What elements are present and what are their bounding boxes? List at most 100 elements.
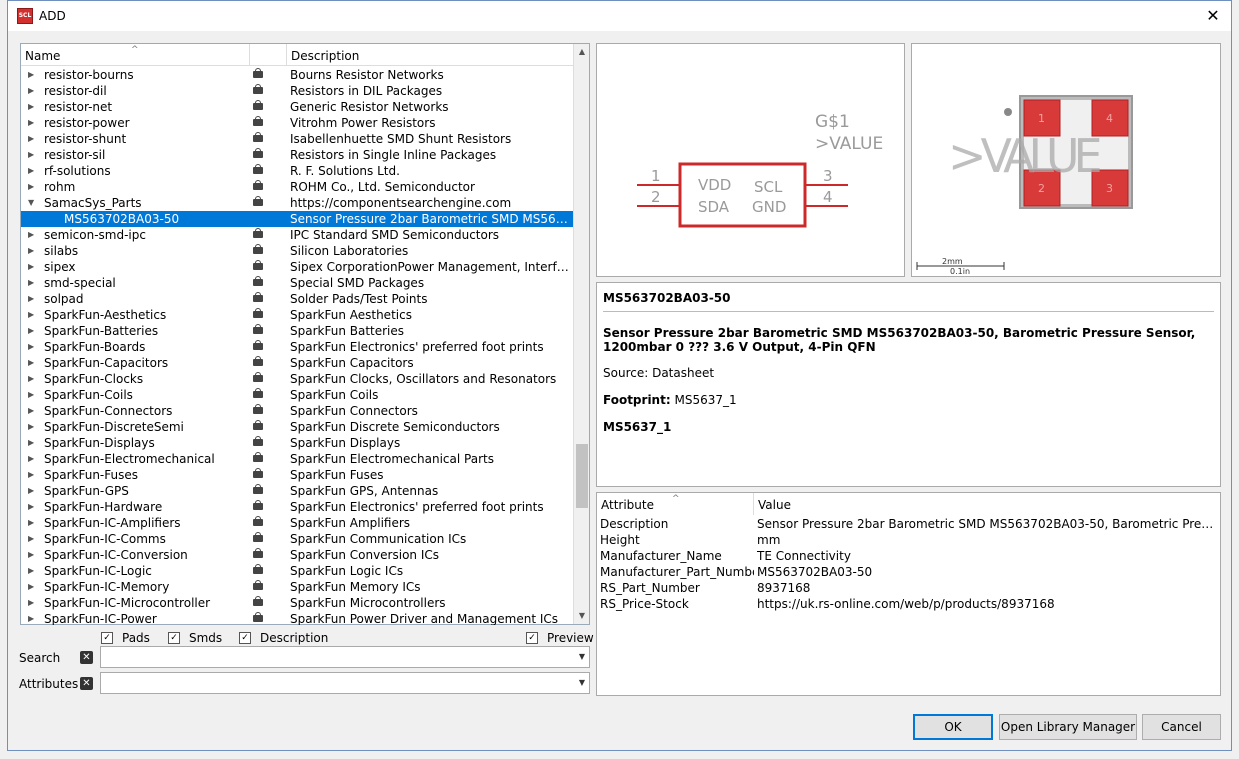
scroll-thumb[interactable] (576, 444, 588, 508)
tree-row[interactable]: ▶ rohm ROHM Co., Ltd. Semiconductor (21, 179, 574, 195)
pads-checkbox-box[interactable]: ✓ (101, 632, 113, 644)
ok-button[interactable]: OK (913, 714, 993, 740)
cancel-button[interactable]: Cancel (1142, 714, 1221, 740)
attribute-table[interactable]: ^ Attribute Value Description Sensor Pres… (596, 492, 1221, 696)
expand-arrow-icon[interactable]: ▶ (28, 115, 38, 131)
attributes-input[interactable]: ▼ (100, 672, 590, 694)
attributes-dropdown-icon[interactable]: ▼ (579, 678, 585, 687)
expand-arrow-icon[interactable]: ▶ (28, 259, 38, 275)
tree-row[interactable]: ▶ resistor-shunt Isabellenhuette SMD Shunt… (21, 131, 574, 147)
tree-row[interactable]: ▶ SparkFun-IC-Comms SparkFun Communication… (21, 531, 574, 547)
search-clear-icon[interactable]: ✕ (80, 651, 93, 664)
expand-arrow-icon[interactable]: ▶ (28, 531, 38, 547)
expand-arrow-icon[interactable]: ▶ (28, 147, 38, 163)
expand-arrow-icon[interactable]: ▶ (28, 307, 38, 323)
smds-checkbox[interactable]: ✓ Smds (168, 631, 222, 645)
expand-arrow-icon[interactable]: ▶ (28, 595, 38, 611)
tree-row[interactable]: ▶ SparkFun-Hardware SparkFun Electronics' … (21, 499, 574, 515)
tree-row[interactable]: ▶ SparkFun-Coils SparkFun Coils (21, 387, 574, 403)
tree-row[interactable]: ▶ resistor-bourns Bourns Resistor Networks (21, 67, 574, 83)
close-icon[interactable]: ✕ (1203, 6, 1223, 26)
tree-row[interactable]: ▶ solpad Solder Pads/Test Points (21, 291, 574, 307)
attribute-row[interactable]: RS_Part_Number 8937168 (597, 580, 1220, 596)
expand-arrow-icon[interactable]: ▶ (28, 323, 38, 339)
expand-arrow-icon[interactable]: ▶ (28, 83, 38, 99)
expand-arrow-icon[interactable]: ▶ (28, 467, 38, 483)
tree-row[interactable]: ▶ silabs Silicon Laboratories (21, 243, 574, 259)
expand-arrow-icon[interactable]: ▶ (28, 99, 38, 115)
tree-row[interactable]: ▶ SparkFun-Electromechanical SparkFun Elec… (21, 451, 574, 467)
expand-arrow-icon[interactable]: ▶ (28, 67, 38, 83)
attributes-clear-icon[interactable]: ✕ (80, 677, 93, 690)
tree-row[interactable]: MS563702BA03-50 Sensor Pressure 2bar Baro… (21, 211, 574, 227)
attribute-row[interactable]: Manufacturer_Part_Number MS563702BA03-50 (597, 564, 1220, 580)
expand-arrow-icon[interactable]: ▶ (28, 435, 38, 451)
library-tree[interactable]: ^ Name Description ▶ resistor-bourns Bourn… (20, 43, 590, 625)
tree-row[interactable]: ▶ resistor-power Vitrohm Power Resistors (21, 115, 574, 131)
tree-row[interactable]: ▶ SparkFun-IC-Amplifiers SparkFun Amplifie… (21, 515, 574, 531)
attribute-row[interactable]: Height mm (597, 532, 1220, 548)
tree-row[interactable]: ▶ semicon-smd-ipc IPC Standard SMD Semicon… (21, 227, 574, 243)
expand-arrow-icon[interactable]: ▶ (28, 227, 38, 243)
preview-checkbox[interactable]: ✓ Preview (526, 631, 594, 645)
tree-row[interactable]: ▶ SparkFun-Connectors SparkFun Connectors (21, 403, 574, 419)
expand-arrow-icon[interactable]: ▶ (28, 339, 38, 355)
expand-arrow-icon[interactable]: ▶ (28, 419, 38, 435)
attribute-row[interactable]: Manufacturer_Name TE Connectivity (597, 548, 1220, 564)
expand-arrow-icon[interactable]: ▶ (28, 547, 38, 563)
tree-row[interactable]: ▶ SparkFun-IC-Microcontroller SparkFun Mic… (21, 595, 574, 611)
tree-row[interactable]: ▶ rf-solutions R. F. Solutions Ltd. (21, 163, 574, 179)
column-header-attribute[interactable]: ^ Attribute (597, 493, 754, 515)
scroll-up-icon[interactable]: ▲ (574, 44, 590, 60)
expand-arrow-icon[interactable]: ▶ (28, 291, 38, 307)
column-header-description[interactable]: Description (287, 44, 574, 66)
description-checkbox-box[interactable]: ✓ (239, 632, 251, 644)
scroll-down-icon[interactable]: ▼ (574, 608, 590, 624)
expand-arrow-icon[interactable]: ▶ (28, 163, 38, 179)
tree-vertical-scrollbar[interactable]: ▲ ▼ (573, 44, 589, 624)
expand-arrow-icon[interactable]: ▶ (28, 387, 38, 403)
expand-arrow-icon[interactable]: ▶ (28, 483, 38, 499)
column-header-lock[interactable] (250, 44, 287, 66)
tree-row[interactable]: ▶ smd-special Special SMD Packages (21, 275, 574, 291)
open-library-manager-button[interactable]: Open Library Manager (999, 714, 1137, 740)
tree-row[interactable]: ▶ SparkFun-Batteries SparkFun Batteries (21, 323, 574, 339)
search-dropdown-icon[interactable]: ▼ (579, 652, 585, 661)
tree-row[interactable]: ▶ SparkFun-Boards SparkFun Electronics' pr… (21, 339, 574, 355)
tree-row[interactable]: ▼ SamacSys_Parts https://componentsearchen… (21, 195, 574, 211)
column-header-name[interactable]: ^ Name (21, 44, 250, 66)
expand-arrow-icon[interactable]: ▶ (28, 611, 38, 625)
tree-row[interactable]: ▶ SparkFun-GPS SparkFun GPS, Antennas (21, 483, 574, 499)
tree-row[interactable]: ▶ SparkFun-IC-Memory SparkFun Memory ICs (21, 579, 574, 595)
column-header-value[interactable]: Value (754, 493, 791, 515)
expand-arrow-icon[interactable]: ▶ (28, 179, 38, 195)
tree-row[interactable]: ▶ resistor-net Generic Resistor Networks (21, 99, 574, 115)
tree-row[interactable]: ▶ SparkFun-IC-Conversion SparkFun Conversi… (21, 547, 574, 563)
tree-row[interactable]: ▶ SparkFun-Displays SparkFun Displays (21, 435, 574, 451)
expand-arrow-icon[interactable]: ▶ (28, 355, 38, 371)
expand-arrow-icon[interactable]: ▶ (28, 563, 38, 579)
collapse-arrow-icon[interactable]: ▼ (28, 195, 38, 211)
tree-row[interactable]: ▶ SparkFun-Aesthetics SparkFun Aesthetics (21, 307, 574, 323)
tree-row[interactable]: ▶ SparkFun-IC-Power SparkFun Power Driver … (21, 611, 574, 625)
expand-arrow-icon[interactable]: ▶ (28, 131, 38, 147)
expand-arrow-icon[interactable]: ▶ (28, 499, 38, 515)
expand-arrow-icon[interactable]: ▶ (28, 515, 38, 531)
tree-row[interactable]: ▶ SparkFun-IC-Logic SparkFun Logic ICs (21, 563, 574, 579)
attribute-row[interactable]: Description Sensor Pressure 2bar Barometr… (597, 516, 1220, 532)
search-input[interactable]: ▼ (100, 646, 590, 668)
preview-checkbox-box[interactable]: ✓ (526, 632, 538, 644)
smds-checkbox-box[interactable]: ✓ (168, 632, 180, 644)
tree-row[interactable]: ▶ sipex Sipex CorporationPower Management,… (21, 259, 574, 275)
tree-row[interactable]: ▶ resistor-sil Resistors in Single Inline … (21, 147, 574, 163)
expand-arrow-icon[interactable]: ▶ (28, 451, 38, 467)
expand-arrow-icon[interactable]: ▶ (28, 275, 38, 291)
pads-checkbox[interactable]: ✓ Pads (101, 631, 150, 645)
expand-arrow-icon[interactable]: ▶ (28, 579, 38, 595)
description-checkbox[interactable]: ✓ Description (239, 631, 328, 645)
tree-row[interactable]: ▶ SparkFun-Capacitors SparkFun Capacitors (21, 355, 574, 371)
tree-row[interactable]: ▶ resistor-dil Resistors in DIL Packages (21, 83, 574, 99)
expand-arrow-icon[interactable]: ▶ (28, 403, 38, 419)
expand-arrow-icon[interactable]: ▶ (28, 243, 38, 259)
tree-row[interactable]: ▶ SparkFun-Fuses SparkFun Fuses (21, 467, 574, 483)
